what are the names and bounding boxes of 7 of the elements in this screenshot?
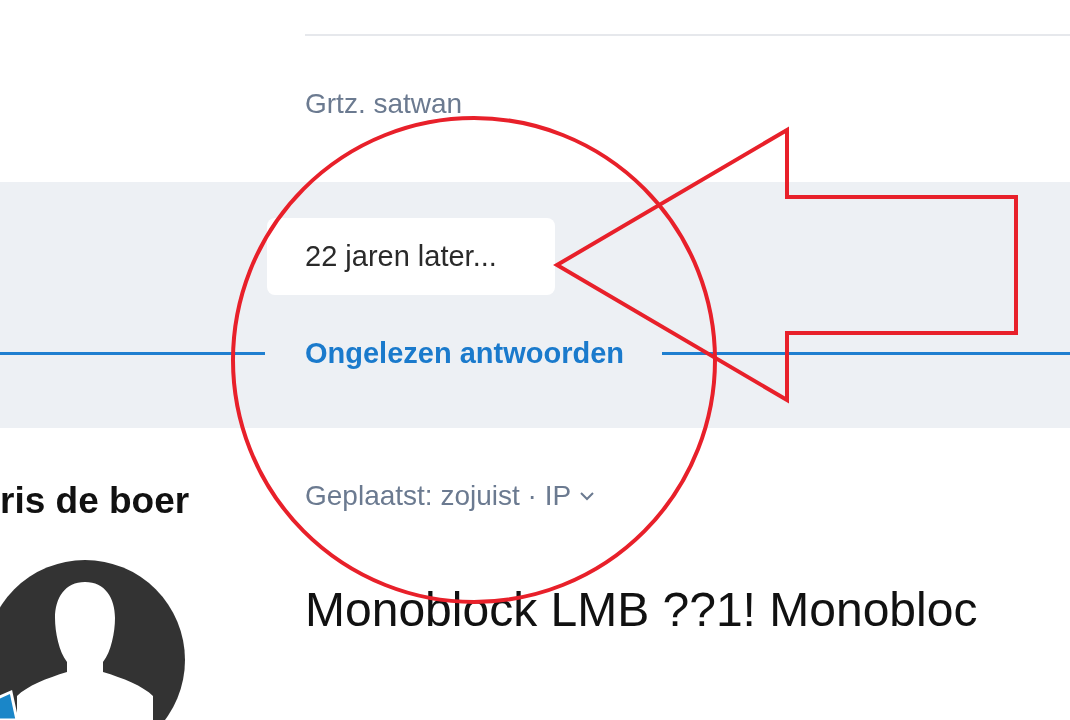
- post-meta-toggle[interactable]: Geplaatst: zojuist · IP: [305, 480, 596, 512]
- signature-text: Grtz. satwan: [305, 88, 464, 120]
- time-gap-chip: 22 jaren later...: [267, 218, 555, 295]
- post-title: Monoblock LMB ??1! Monobloc: [305, 586, 978, 634]
- unread-replies-label: Ongelezen antwoorden: [304, 337, 626, 370]
- author-name: ris de boer: [0, 480, 191, 522]
- avatar-icon: [0, 560, 185, 720]
